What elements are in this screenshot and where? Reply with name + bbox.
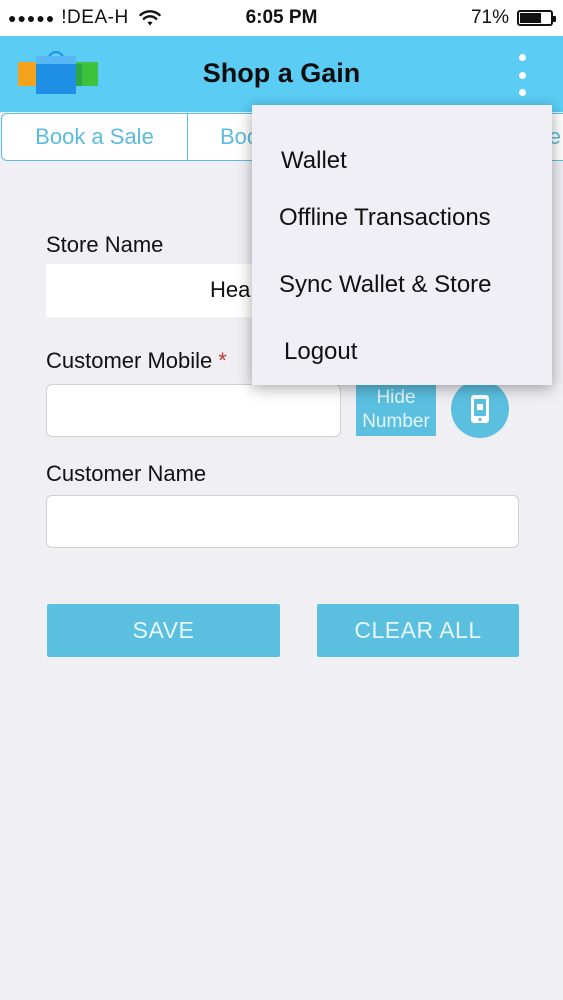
required-mark: * (218, 348, 227, 373)
menu-dot (518, 71, 526, 79)
app-bar: Shop a Gain (0, 36, 563, 112)
customer-name-input[interactable] (46, 495, 519, 548)
save-button[interactable]: SAVE (47, 604, 280, 657)
more-vertical-icon[interactable] (515, 54, 529, 96)
contact-phone-icon (471, 395, 489, 423)
customer-mobile-label-text: Customer Mobile (46, 348, 213, 373)
hide-number-label-line1: Hide (376, 387, 416, 408)
menu-item-wallet[interactable]: Wallet (281, 147, 563, 175)
battery-percent: 71% (470, 7, 509, 28)
clear-all-button[interactable]: CLEAR ALL (317, 604, 519, 657)
customer-mobile-label: Customer Mobile * (46, 348, 227, 374)
app-title: Shop a Gain (202, 58, 361, 88)
status-bar: ●●●●● !DEA-H 6:05 PM 71% (0, 0, 563, 36)
menu-dot (518, 89, 526, 96)
overflow-menu: Wallet Offline Transactions Sync Wallet … (252, 105, 552, 385)
status-right: 71% (470, 7, 556, 29)
hide-number-button[interactable]: Hide Number (356, 384, 436, 436)
customer-mobile-input[interactable] (46, 384, 341, 437)
menu-item-offline-transactions[interactable]: Offline Transactions (279, 204, 563, 232)
hide-number-label-line2: Number (362, 411, 430, 432)
menu-item-sync-wallet-store[interactable]: Sync Wallet & Store (279, 271, 563, 299)
store-name-label: Store Name (46, 232, 164, 257)
battery-icon (517, 10, 556, 26)
contact-phone-button[interactable] (451, 380, 509, 438)
menu-item-logout[interactable]: Logout (284, 338, 563, 366)
customer-name-label: Customer Name (46, 461, 207, 486)
battery-level (520, 13, 541, 23)
store-name-value: Hea (210, 277, 251, 302)
menu-dot (518, 54, 526, 61)
tab-book-a-sale[interactable]: Book a Sale (1, 113, 188, 161)
